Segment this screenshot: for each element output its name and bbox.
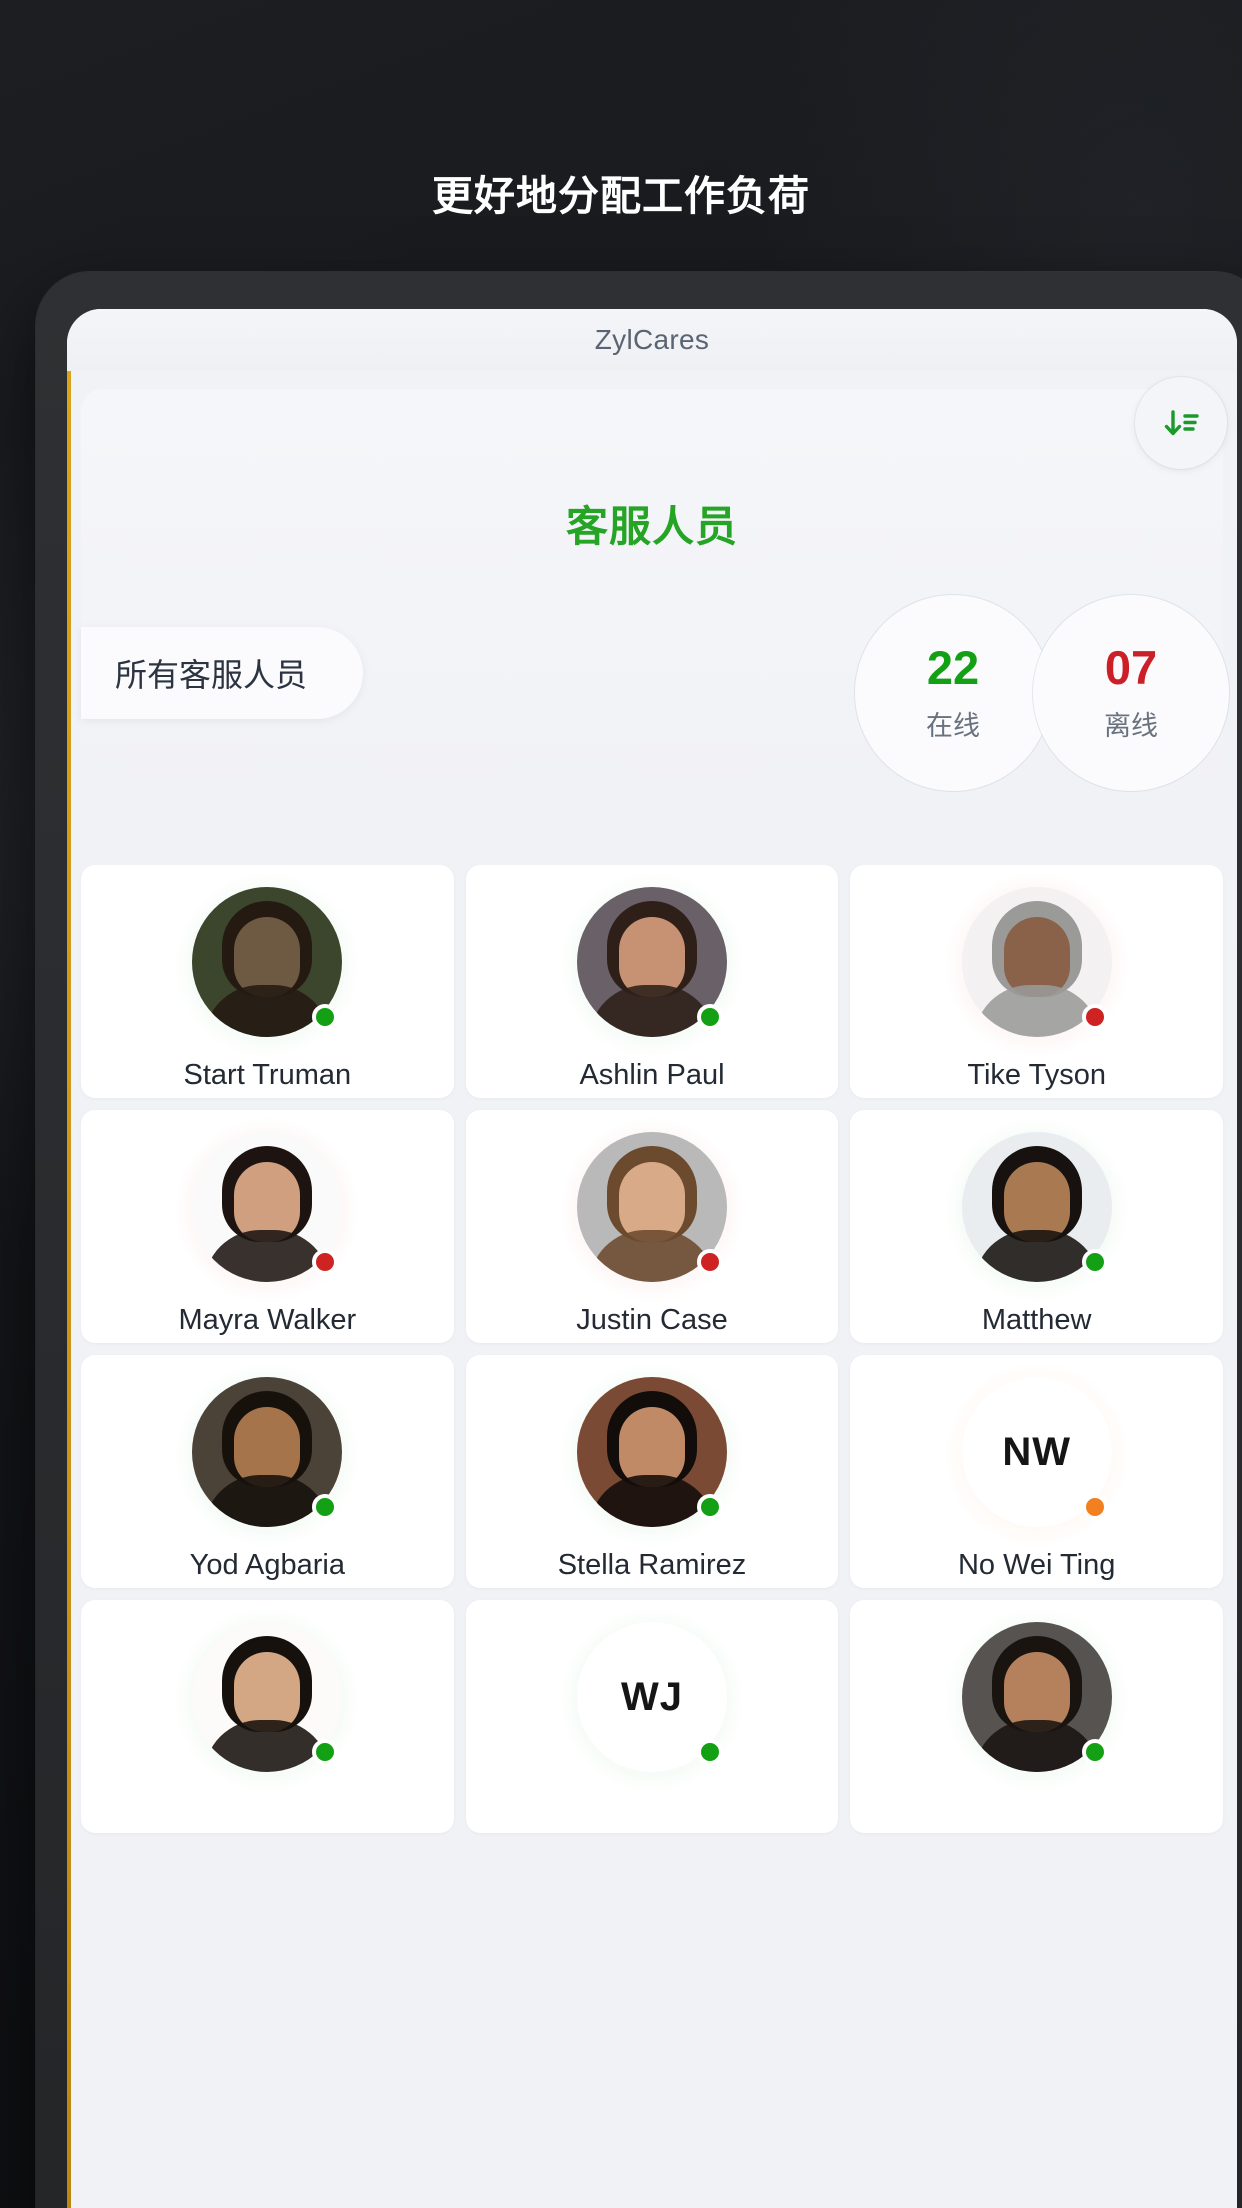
status-dot-offline	[696, 1249, 723, 1275]
avatar-initials: WJ	[620, 1674, 683, 1719]
avatar	[560, 1363, 743, 1547]
agent-card[interactable]: WJ	[465, 1600, 839, 1833]
agent-name: Yod Agbaria	[189, 1549, 345, 1581]
status-dot-online	[1081, 1249, 1108, 1275]
stat-online-value: 22	[926, 640, 980, 694]
agent-card[interactable]: Stella Ramirez	[465, 1355, 839, 1588]
avatar	[945, 873, 1128, 1057]
avatar: NW	[945, 1363, 1128, 1547]
stat-online-label: 在线	[926, 710, 980, 741]
agent-card[interactable]: Justin Case	[465, 1110, 839, 1343]
sort-button[interactable]	[1135, 377, 1227, 469]
avatar	[945, 1608, 1128, 1792]
agent-card[interactable]: Tike Tyson	[850, 865, 1223, 1098]
agent-card[interactable]	[81, 1600, 454, 1833]
status-dot-online	[696, 1004, 723, 1030]
agent-card[interactable]: Matthew	[850, 1110, 1223, 1343]
sort-descending-icon	[1158, 400, 1204, 446]
agent-card[interactable]: NW No Wei Ting	[850, 1355, 1223, 1588]
agent-name: Start Truman	[183, 1059, 352, 1091]
stats-group: 22 在线 07 离线	[855, 595, 1229, 791]
filter-chip-label: 所有客服人员	[115, 657, 308, 693]
stat-offline[interactable]: 07 离线	[1033, 595, 1229, 791]
agent-name: Mayra Walker	[178, 1304, 357, 1336]
agent-name: Ashlin Paul	[579, 1059, 725, 1091]
status-dot-online	[696, 1739, 723, 1765]
agent-name: No Wei Ting	[957, 1549, 1116, 1581]
agent-card[interactable]	[850, 1600, 1223, 1833]
avatar	[176, 1608, 359, 1792]
agent-name: Tike Tyson	[967, 1059, 1106, 1091]
agent-card[interactable]: Mayra Walker	[81, 1110, 454, 1343]
stat-online[interactable]: 22 在线	[855, 595, 1051, 791]
avatar	[176, 873, 359, 1057]
agent-card[interactable]: Start Truman	[81, 865, 454, 1098]
filter-chip-all-agents[interactable]: 所有客服人员	[81, 627, 363, 719]
app-content: 客服人员 所有客服人员 22 在线 07 离线 Start Truman Ashl…	[67, 371, 1237, 2208]
agent-name: Stella Ramirez	[557, 1549, 747, 1581]
avatar	[176, 1118, 359, 1302]
agent-name: Matthew	[981, 1304, 1092, 1336]
status-dot-offline	[1081, 1004, 1108, 1030]
agent-card[interactable]: Yod Agbaria	[81, 1355, 454, 1588]
agent-card[interactable]: Ashlin Paul	[465, 865, 839, 1098]
avatar-initials: NW	[1002, 1429, 1071, 1474]
header-panel: 客服人员 所有客服人员 22 在线 07 离线	[81, 377, 1229, 809]
stat-offline-label: 离线	[1104, 710, 1158, 741]
avatar	[176, 1363, 359, 1547]
status-dot-away	[1081, 1494, 1108, 1520]
app-title: ZylCares	[594, 324, 710, 355]
app-title-bar: ZylCares	[67, 309, 1237, 371]
avatar	[560, 1118, 743, 1302]
left-accent-stripe	[67, 371, 71, 2208]
avatar	[560, 873, 743, 1057]
status-dot-online	[1081, 1739, 1108, 1765]
agent-grid: Start Truman Ashlin Paul Tike Tyson Mayra W…	[67, 865, 1237, 2208]
phone-device-frame: ZylCares 客服人员 所有客服人员 22 在线 07 离线 Start T…	[36, 272, 1242, 2208]
phone-screen: ZylCares 客服人员 所有客服人员 22 在线 07 离线 Start T…	[67, 309, 1237, 2208]
page-title: 客服人员	[565, 503, 738, 550]
agent-name: Justin Case	[576, 1304, 728, 1336]
avatar: WJ	[560, 1608, 743, 1792]
avatar	[945, 1118, 1128, 1302]
status-dot-online	[696, 1494, 723, 1520]
stat-offline-value: 07	[1104, 640, 1158, 694]
page-headline: 更好地分配工作负荷	[432, 173, 810, 219]
